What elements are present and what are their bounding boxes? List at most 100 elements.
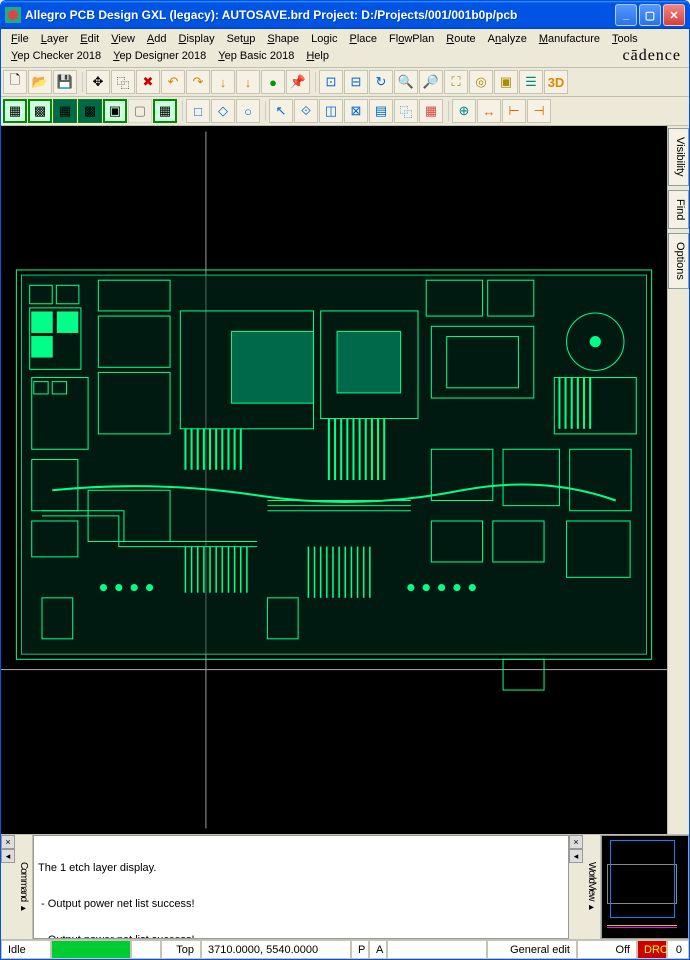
menu-file[interactable]: File [5,31,35,47]
menu-bar: File Layer Edit View Add Display Setup S… [1,29,689,68]
move-icon[interactable]: ✥ [86,70,110,94]
menu-view[interactable]: View [105,31,141,47]
sel-void-icon[interactable]: ▤ [369,99,393,123]
mode1-icon[interactable]: ▦ [3,99,27,123]
worldview-collapse-icon[interactable]: ◂ [569,849,583,863]
menu-shape[interactable]: Shape [261,31,305,47]
zoomcenter-icon[interactable]: ◎ [469,70,493,94]
menu-yepbasic[interactable]: Yep Basic 2018 [212,48,300,64]
menu-logic[interactable]: Logic [305,31,343,47]
menu-add[interactable]: Add [141,31,173,47]
shape-poly-icon[interactable]: ◇ [211,99,235,123]
sel-edge-icon[interactable]: ⟐ [294,99,318,123]
menu-tools[interactable]: Tools [606,31,644,47]
shape-rect-icon[interactable]: □ [186,99,210,123]
console-output[interactable]: The 1 etch layer display. - Output power… [33,835,569,939]
sel-merge-icon[interactable]: ⿻ [394,99,418,123]
marker-icon[interactable]: ● [261,70,285,94]
shape-circle-icon[interactable]: ○ [236,99,260,123]
divider [313,72,316,92]
sel-del-icon[interactable]: ⊠ [344,99,368,123]
worldview-canvas[interactable] [601,835,689,939]
sel-misc-icon[interactable]: ▦ [419,99,443,123]
console-line: The 1 etch layer display. [38,862,564,874]
menu-route[interactable]: Route [440,31,481,47]
tab-visibility[interactable]: Visibility [668,128,689,186]
maximize-button[interactable]: ▢ [639,4,661,26]
sel-vert-icon[interactable]: ◫ [319,99,343,123]
console-close-icon[interactable]: × [1,835,15,849]
status-mode[interactable]: General edit [487,940,577,959]
worldview-close-icon[interactable]: × [569,835,583,849]
worldview-tab[interactable]: WorldView ▸ [583,835,601,939]
copy-icon[interactable]: ⿻ [111,70,135,94]
layers-icon[interactable]: ☰ [519,70,543,94]
bottom-panels: × ◂ Command ▸ The 1 etch layer display. … [1,834,689,939]
toolbar-file: 🗋 📂 💾 ✥ ⿻ ✖ ↶ ↷ ↓ ↓ ● 📌 ⊡ ⊟ ↻ 🔍 🔎 ⛶ ◎ ▣ … [1,68,689,97]
status-bar: Idle Top 3710.0000, 5540.0000 P A Genera… [1,939,689,959]
dim-h-icon[interactable]: ↔ [477,99,501,123]
menu-help[interactable]: Help [300,48,335,64]
divider [446,101,449,121]
tab-options[interactable]: Options [668,233,689,289]
title-bar: Allegro PCB Design GXL (legacy): AUTOSAV… [1,1,689,29]
divider [263,101,266,121]
window-title: Allegro PCB Design GXL (legacy): AUTOSAV… [25,8,615,22]
pcb-canvas[interactable] [1,126,667,834]
sel-arrow-icon[interactable]: ↖ [269,99,293,123]
down2-icon[interactable]: ↓ [236,70,260,94]
view3d-icon[interactable]: 3D [544,70,568,94]
status-progress [51,940,131,959]
console-collapse-icon[interactable]: ◂ [1,849,15,863]
zoomselect-icon[interactable]: ▣ [494,70,518,94]
tab-find[interactable]: Find [668,190,689,229]
dim-mid-icon[interactable]: ⊢ [502,99,526,123]
menu-manufacture[interactable]: Manufacture [533,31,606,47]
menu-yepchecker[interactable]: Yep Checker 2018 [5,48,107,64]
status-drc[interactable]: DRC [637,940,667,959]
status-a[interactable]: A [369,940,387,959]
down1-icon[interactable]: ↓ [211,70,235,94]
meas-icon[interactable]: ⊕ [452,99,476,123]
mode2-icon[interactable]: ▩ [28,99,52,123]
pin-icon[interactable]: 📌 [286,70,310,94]
status-off[interactable]: Off [577,940,637,959]
menu-flowplan[interactable]: FlowPlan [383,31,440,47]
divider [80,72,83,92]
zoomregion-icon[interactable]: ⊡ [319,70,343,94]
menu-yepdesigner[interactable]: Yep Designer 2018 [107,48,212,64]
new-icon[interactable]: 🗋 [3,70,27,94]
zoomfit-icon[interactable]: ⛶ [444,70,468,94]
menu-display[interactable]: Display [173,31,221,47]
save-icon[interactable]: 💾 [53,70,77,94]
status-p[interactable]: P [351,940,369,959]
mode6-icon[interactable]: ▢ [128,99,152,123]
menu-analyze[interactable]: Analyze [482,31,533,47]
refresh-icon[interactable]: ↻ [369,70,393,94]
undo-icon[interactable]: ↶ [161,70,185,94]
status-count: 0 [667,940,689,959]
mode4-icon[interactable]: ▩ [78,99,102,123]
mode7-icon[interactable]: ▦ [153,99,177,123]
console-controls: × ◂ [1,835,15,939]
menu-layer[interactable]: Layer [35,31,75,47]
app-icon [5,7,21,23]
zoomin-icon[interactable]: 🔍 [394,70,418,94]
zoomprev-icon[interactable]: ⊟ [344,70,368,94]
menu-setup[interactable]: Setup [221,31,262,47]
minimize-button[interactable]: _ [615,4,637,26]
console-line: - Output power net list success! [38,898,564,910]
menu-edit[interactable]: Edit [74,31,105,47]
mode3-icon[interactable]: ▦ [53,99,77,123]
console-tab[interactable]: Command ▸ [15,835,33,939]
delete-icon[interactable]: ✖ [136,70,160,94]
close-button[interactable]: ✕ [663,4,685,26]
toolbar-shapes: ▦ ▩ ▦ ▩ ▣ ▢ ▦ □ ◇ ○ ↖ ⟐ ◫ ⊠ ▤ ⿻ ▦ ⊕ ↔ ⊢ … [1,97,689,126]
status-layer[interactable]: Top [161,940,201,959]
open-icon[interactable]: 📂 [28,70,52,94]
menu-place[interactable]: Place [344,31,384,47]
zoomout-icon[interactable]: 🔎 [419,70,443,94]
redo-icon[interactable]: ↷ [186,70,210,94]
dim-end-icon[interactable]: ⊣ [527,99,551,123]
mode5-icon[interactable]: ▣ [103,99,127,123]
